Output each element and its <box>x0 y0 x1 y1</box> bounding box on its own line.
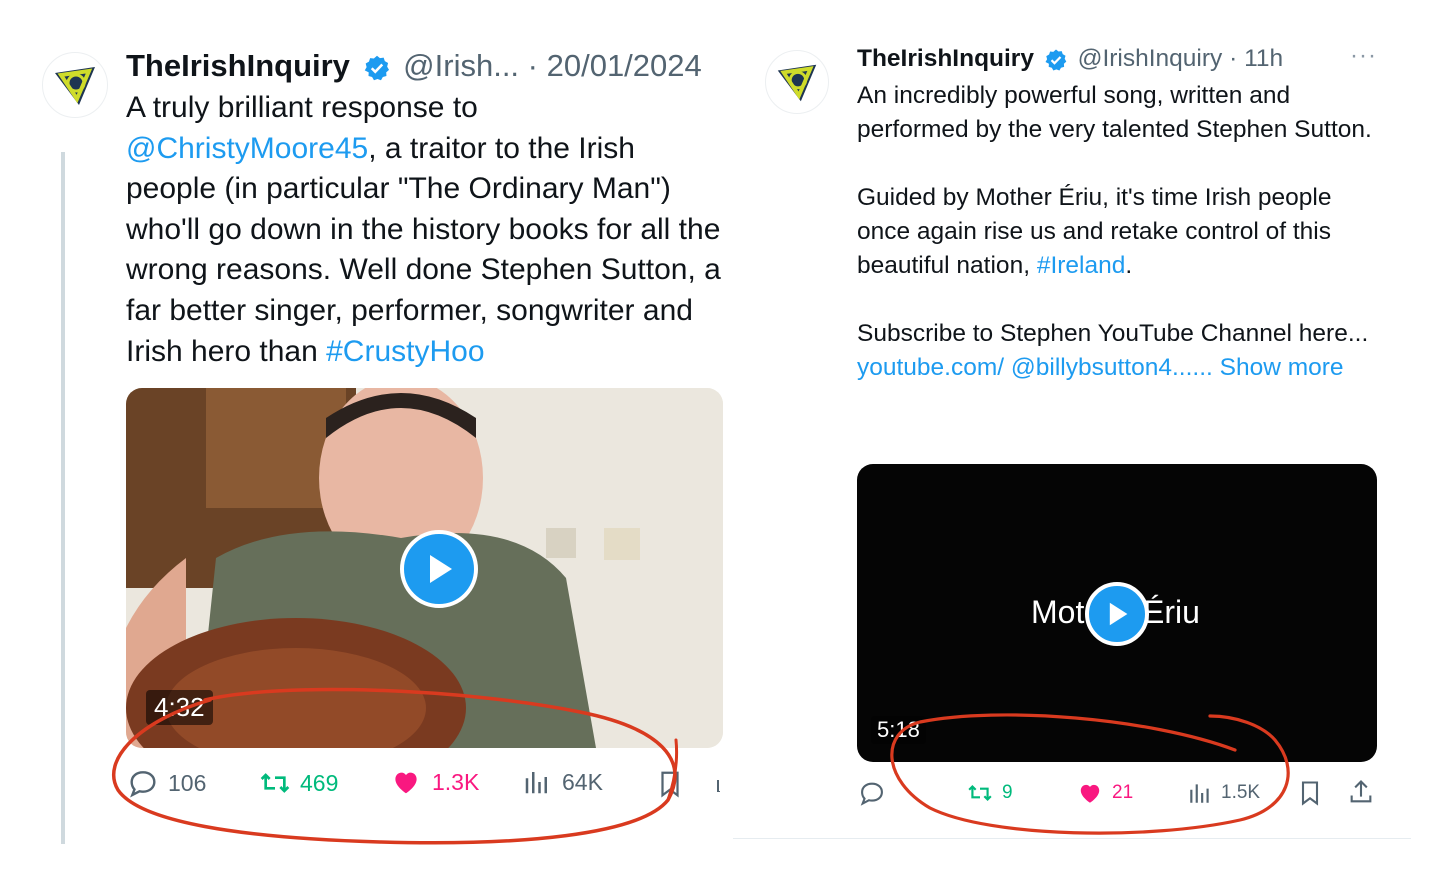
video-title-left: Mot <box>1031 594 1085 630</box>
heart-icon <box>1080 784 1100 803</box>
video-player[interactable]: 4:32 <box>126 388 723 748</box>
youtube-link[interactable]: youtube.com/ @billybsutton4... <box>857 354 1192 381</box>
play-icon <box>1109 602 1128 626</box>
video-title-right: Ériu <box>1143 594 1200 630</box>
repost-button[interactable]: 9 <box>966 780 1013 806</box>
repost-count: 9 <box>1002 782 1013 803</box>
tweet-text: An incredibly powerful song, written and… <box>857 79 1387 385</box>
tweet-paragraph-2: Guided by Mother Ériu, it's time Irish p… <box>857 181 1387 283</box>
verified-badge-icon <box>364 55 389 81</box>
tweet-header: TheIrishInquiry @IrishInquiry · 11h <box>857 43 1283 75</box>
thread-line <box>61 152 65 844</box>
mention-link[interactable]: @ChristyMoore45 <box>126 132 368 165</box>
tweet-text-body: , a traitor to the Irish people (in part… <box>126 131 721 368</box>
more-options-button[interactable]: ··· <box>1350 42 1377 70</box>
avatar[interactable] <box>42 52 108 118</box>
hashtag-link[interactable]: #CrustyHoo <box>326 335 484 368</box>
share-icon <box>1350 780 1372 803</box>
views-button[interactable]: 64K <box>522 767 603 797</box>
irish-inquiry-logo-icon <box>777 64 817 102</box>
hashtag-link[interactable]: #Ireland <box>1037 252 1126 279</box>
irish-inquiry-logo-icon <box>55 67 95 105</box>
reply-icon <box>860 782 883 806</box>
like-count: 1.3K <box>432 768 480 795</box>
share-icon <box>717 780 720 792</box>
bookmark-icon <box>661 771 679 798</box>
reply-button[interactable] <box>858 779 886 812</box>
link-ellipsis: ... <box>1192 354 1213 381</box>
tweet-paragraph-3-text: Subscribe to Stephen YouTube Channel her… <box>857 320 1369 347</box>
bookmark-icon <box>1301 781 1319 806</box>
display-name[interactable]: TheIrishInquiry <box>857 45 1034 72</box>
verified-badge-icon <box>1045 49 1067 71</box>
like-button[interactable]: 1.3K <box>390 767 479 797</box>
bookmark-button[interactable] <box>655 768 685 805</box>
reply-count: 106 <box>168 769 207 796</box>
view-count: 1.5K <box>1221 782 1261 803</box>
video-player[interactable]: Mot Ériu 5:18 <box>857 464 1377 762</box>
repost-icon <box>260 773 290 793</box>
like-count: 21 <box>1112 782 1134 803</box>
video-duration: 5:18 <box>871 716 926 744</box>
repost-icon <box>968 784 992 802</box>
view-count: 64K <box>562 768 603 795</box>
reply-button[interactable]: 106 <box>126 767 206 799</box>
play-icon <box>430 555 452 583</box>
bookmark-button[interactable] <box>1296 779 1324 812</box>
tweet-header: TheIrishInquiry @Irish... · 20/01/2024 <box>126 46 702 86</box>
tweet-divider <box>733 838 1411 839</box>
avatar[interactable] <box>765 50 829 114</box>
tweet-paragraph-3: Subscribe to Stephen YouTube Channel her… <box>857 317 1387 385</box>
repost-button[interactable]: 469 <box>258 767 338 799</box>
handle[interactable]: @IrishInquiry <box>1078 45 1223 72</box>
share-button[interactable] <box>1347 778 1375 811</box>
views-icon <box>525 772 547 794</box>
tweet-text-intro: A truly brilliant response to <box>126 91 478 124</box>
show-more-link[interactable]: Show more <box>1213 354 1344 381</box>
handle[interactable]: @Irish... <box>403 48 519 83</box>
tweet-paragraph-1: An incredibly powerful song, written and… <box>857 82 1372 143</box>
views-button[interactable]: 1.5K <box>1187 780 1260 806</box>
tweet-paragraph-2-end: . <box>1125 252 1133 279</box>
video-duration: 4:32 <box>146 690 213 725</box>
views-icon <box>1190 784 1209 803</box>
like-button[interactable]: 21 <box>1076 780 1133 806</box>
repost-count: 469 <box>300 769 339 796</box>
heart-icon <box>395 772 417 794</box>
tweet-text: A truly brilliant response to @ChristyMo… <box>126 88 726 372</box>
timestamp[interactable]: · 20/01/2024 <box>528 48 702 83</box>
share-button[interactable] <box>716 776 720 792</box>
display-name[interactable]: TheIrishInquiry <box>126 48 350 83</box>
reply-icon <box>130 771 156 798</box>
play-button[interactable] <box>1085 582 1149 646</box>
timestamp[interactable]: · 11h <box>1229 45 1283 72</box>
play-button[interactable] <box>400 530 478 608</box>
